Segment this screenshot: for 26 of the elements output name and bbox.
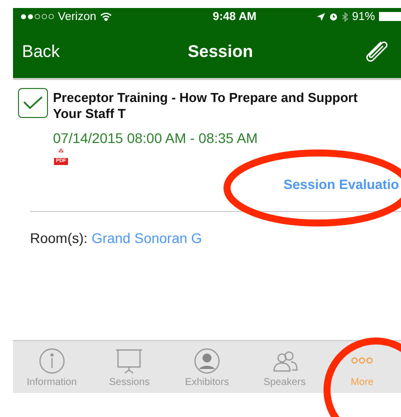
bluetooth-icon xyxy=(342,12,348,22)
person-icon xyxy=(192,346,221,374)
info-icon xyxy=(38,346,66,374)
room-link[interactable]: Grand Sonoran G xyxy=(92,230,202,246)
clock-time: 9:48 AM xyxy=(212,10,256,22)
session-time: 07/14/2015 08:00 AM - 08:35 AM xyxy=(53,130,258,146)
carrier-label: ●●○○○ Verizon xyxy=(20,10,96,22)
location-arrow-icon xyxy=(316,12,325,20)
tab-bar-item[interactable]: Information xyxy=(13,341,91,393)
session-evaluation-link[interactable]: Session Evaluatio xyxy=(283,177,399,197)
checkmark-icon xyxy=(23,96,43,110)
screen-title: Session xyxy=(188,42,253,62)
tab-bar-item[interactable]: Exhibitors xyxy=(168,341,246,393)
alarm-clock-icon xyxy=(328,12,338,21)
back-button[interactable]: Back xyxy=(22,42,60,62)
battery-percent: 91% xyxy=(352,10,375,22)
wifi-icon xyxy=(100,12,112,21)
battery-icon xyxy=(379,12,401,21)
tab-bar-item[interactable]: Sessions xyxy=(90,341,168,393)
checkbox[interactable] xyxy=(18,88,48,118)
more-icon xyxy=(351,357,374,364)
tab-bar-item[interactable]: More xyxy=(323,341,401,393)
session-title: Preceptor Training - How To Prepare and Support Your Staff T xyxy=(53,90,359,122)
room-label: Room(s): xyxy=(30,230,88,246)
projector-screen-icon xyxy=(115,346,144,374)
tab-bar-item[interactable]: Speakers xyxy=(246,341,324,393)
